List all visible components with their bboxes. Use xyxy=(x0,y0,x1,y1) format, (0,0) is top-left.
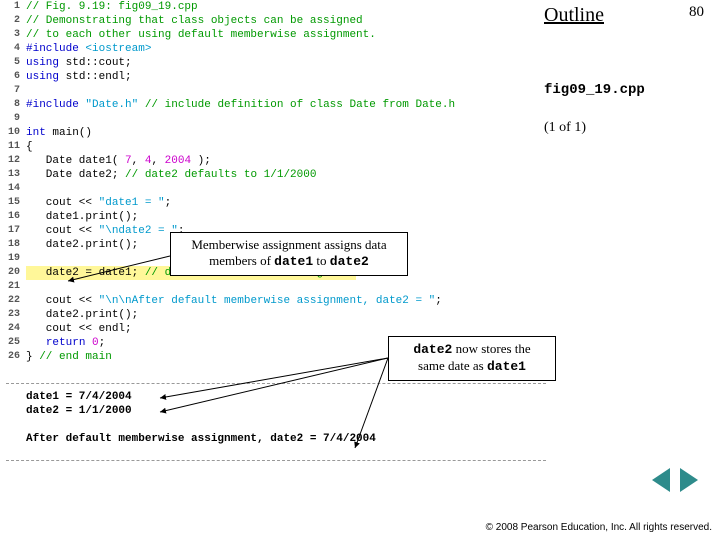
code-line: 7 xyxy=(0,84,550,98)
program-output: date1 = 7/4/2004 date2 = 1/1/2000 After … xyxy=(26,390,376,446)
progress-text: (1 of 1) xyxy=(544,120,704,136)
divider xyxy=(6,460,546,461)
next-button[interactable] xyxy=(680,468,698,492)
divider xyxy=(6,383,546,384)
code-line: 8#include "Date.h" // include definition… xyxy=(0,98,550,112)
code-line: 1// Fig. 9.19: fig09_19.cpp xyxy=(0,0,550,14)
code-line: 16 date1.print(); xyxy=(0,210,550,224)
callout-date2: date2 now stores the same date as date1 xyxy=(388,336,556,381)
sidebar: 80 Outline fig09_19.cpp (1 of 1) xyxy=(544,4,704,136)
code-line: 12 Date date1( 7, 4, 2004 ); xyxy=(0,154,550,168)
code-line: 13 Date date2; // date2 defaults to 1/1/… xyxy=(0,168,550,182)
callout-memberwise: Memberwise assignment assigns data membe… xyxy=(170,232,408,276)
nav-controls xyxy=(652,468,698,492)
code-listing: 1// Fig. 9.19: fig09_19.cpp2// Demonstra… xyxy=(0,0,550,364)
code-line: 10int main() xyxy=(0,126,550,140)
file-name: fig09_19.cpp xyxy=(544,82,704,98)
code-line: 6using std::endl; xyxy=(0,70,550,84)
code-line: 9 xyxy=(0,112,550,126)
code-line: 4#include <iostream> xyxy=(0,42,550,56)
code-line: 22 cout << "\n\nAfter default memberwise… xyxy=(0,294,550,308)
code-line: 5using std::cout; xyxy=(0,56,550,70)
code-line: 23 date2.print(); xyxy=(0,308,550,322)
code-line: 21 xyxy=(0,280,550,294)
code-line: 11{ xyxy=(0,140,550,154)
page-number: 80 xyxy=(689,4,704,21)
code-line: 24 cout << endl; xyxy=(0,322,550,336)
prev-button[interactable] xyxy=(652,468,670,492)
outline-heading: Outline xyxy=(544,4,704,27)
copyright: © 2008 Pearson Education, Inc. All right… xyxy=(486,522,712,534)
code-line: 2// Demonstrating that class objects can… xyxy=(0,14,550,28)
code-line: 14 xyxy=(0,182,550,196)
code-line: 3// to each other using default memberwi… xyxy=(0,28,550,42)
code-line: 15 cout << "date1 = "; xyxy=(0,196,550,210)
